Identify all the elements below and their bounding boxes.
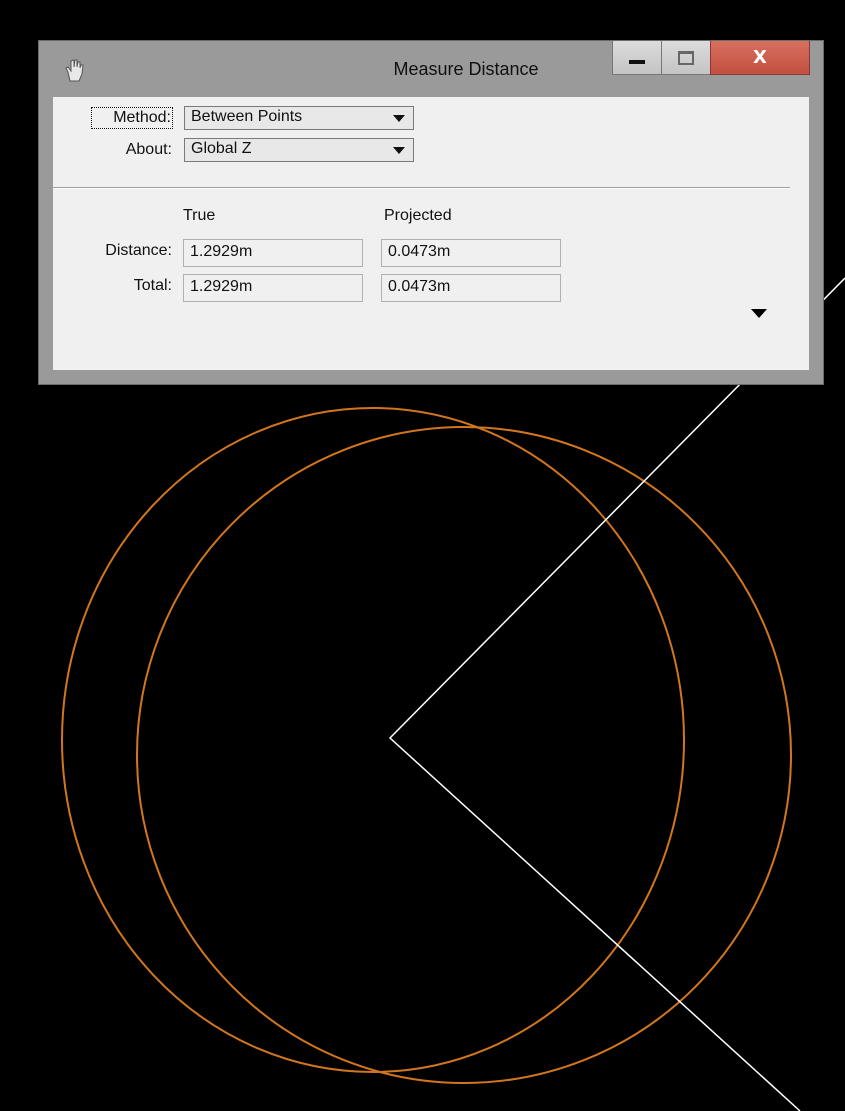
distance-projected-field[interactable]: 0.0473m: [381, 239, 561, 267]
chevron-down-icon: [393, 147, 405, 154]
close-icon: X: [753, 47, 767, 68]
expand-triangle-icon[interactable]: [751, 309, 767, 318]
minimize-button[interactable]: [612, 41, 662, 75]
total-projected-field[interactable]: 0.0473m: [381, 274, 561, 302]
method-label: Method:: [91, 107, 173, 129]
close-button[interactable]: X: [710, 41, 810, 75]
minimize-icon: [629, 59, 645, 64]
true-column-header: True: [183, 207, 216, 224]
total-label: Total:: [133, 277, 172, 294]
about-label: About:: [125, 141, 172, 158]
about-dropdown[interactable]: Global Z: [184, 138, 414, 162]
projected-column-header: Projected: [384, 207, 452, 224]
section-divider: [53, 187, 790, 189]
method-value: Between Points: [191, 108, 303, 125]
distance-true-field[interactable]: 1.2929m: [183, 239, 363, 267]
title-bar[interactable]: Measure Distance X: [39, 41, 823, 97]
distance-label: Distance:: [105, 242, 172, 259]
circle-left: [61, 407, 685, 1073]
measure-distance-dialog: Measure Distance X Method: Between Point…: [38, 40, 824, 385]
circle-right: [136, 426, 792, 1084]
about-value: Global Z: [191, 140, 252, 157]
maximize-icon: [678, 50, 694, 65]
method-dropdown[interactable]: Between Points: [184, 106, 414, 130]
dialog-body: Method: Between Points About: Global Z T…: [53, 97, 809, 370]
measure-line: [388, 277, 845, 1111]
maximize-button[interactable]: [661, 41, 711, 75]
total-true-field[interactable]: 1.2929m: [183, 274, 363, 302]
chevron-down-icon: [393, 115, 405, 122]
